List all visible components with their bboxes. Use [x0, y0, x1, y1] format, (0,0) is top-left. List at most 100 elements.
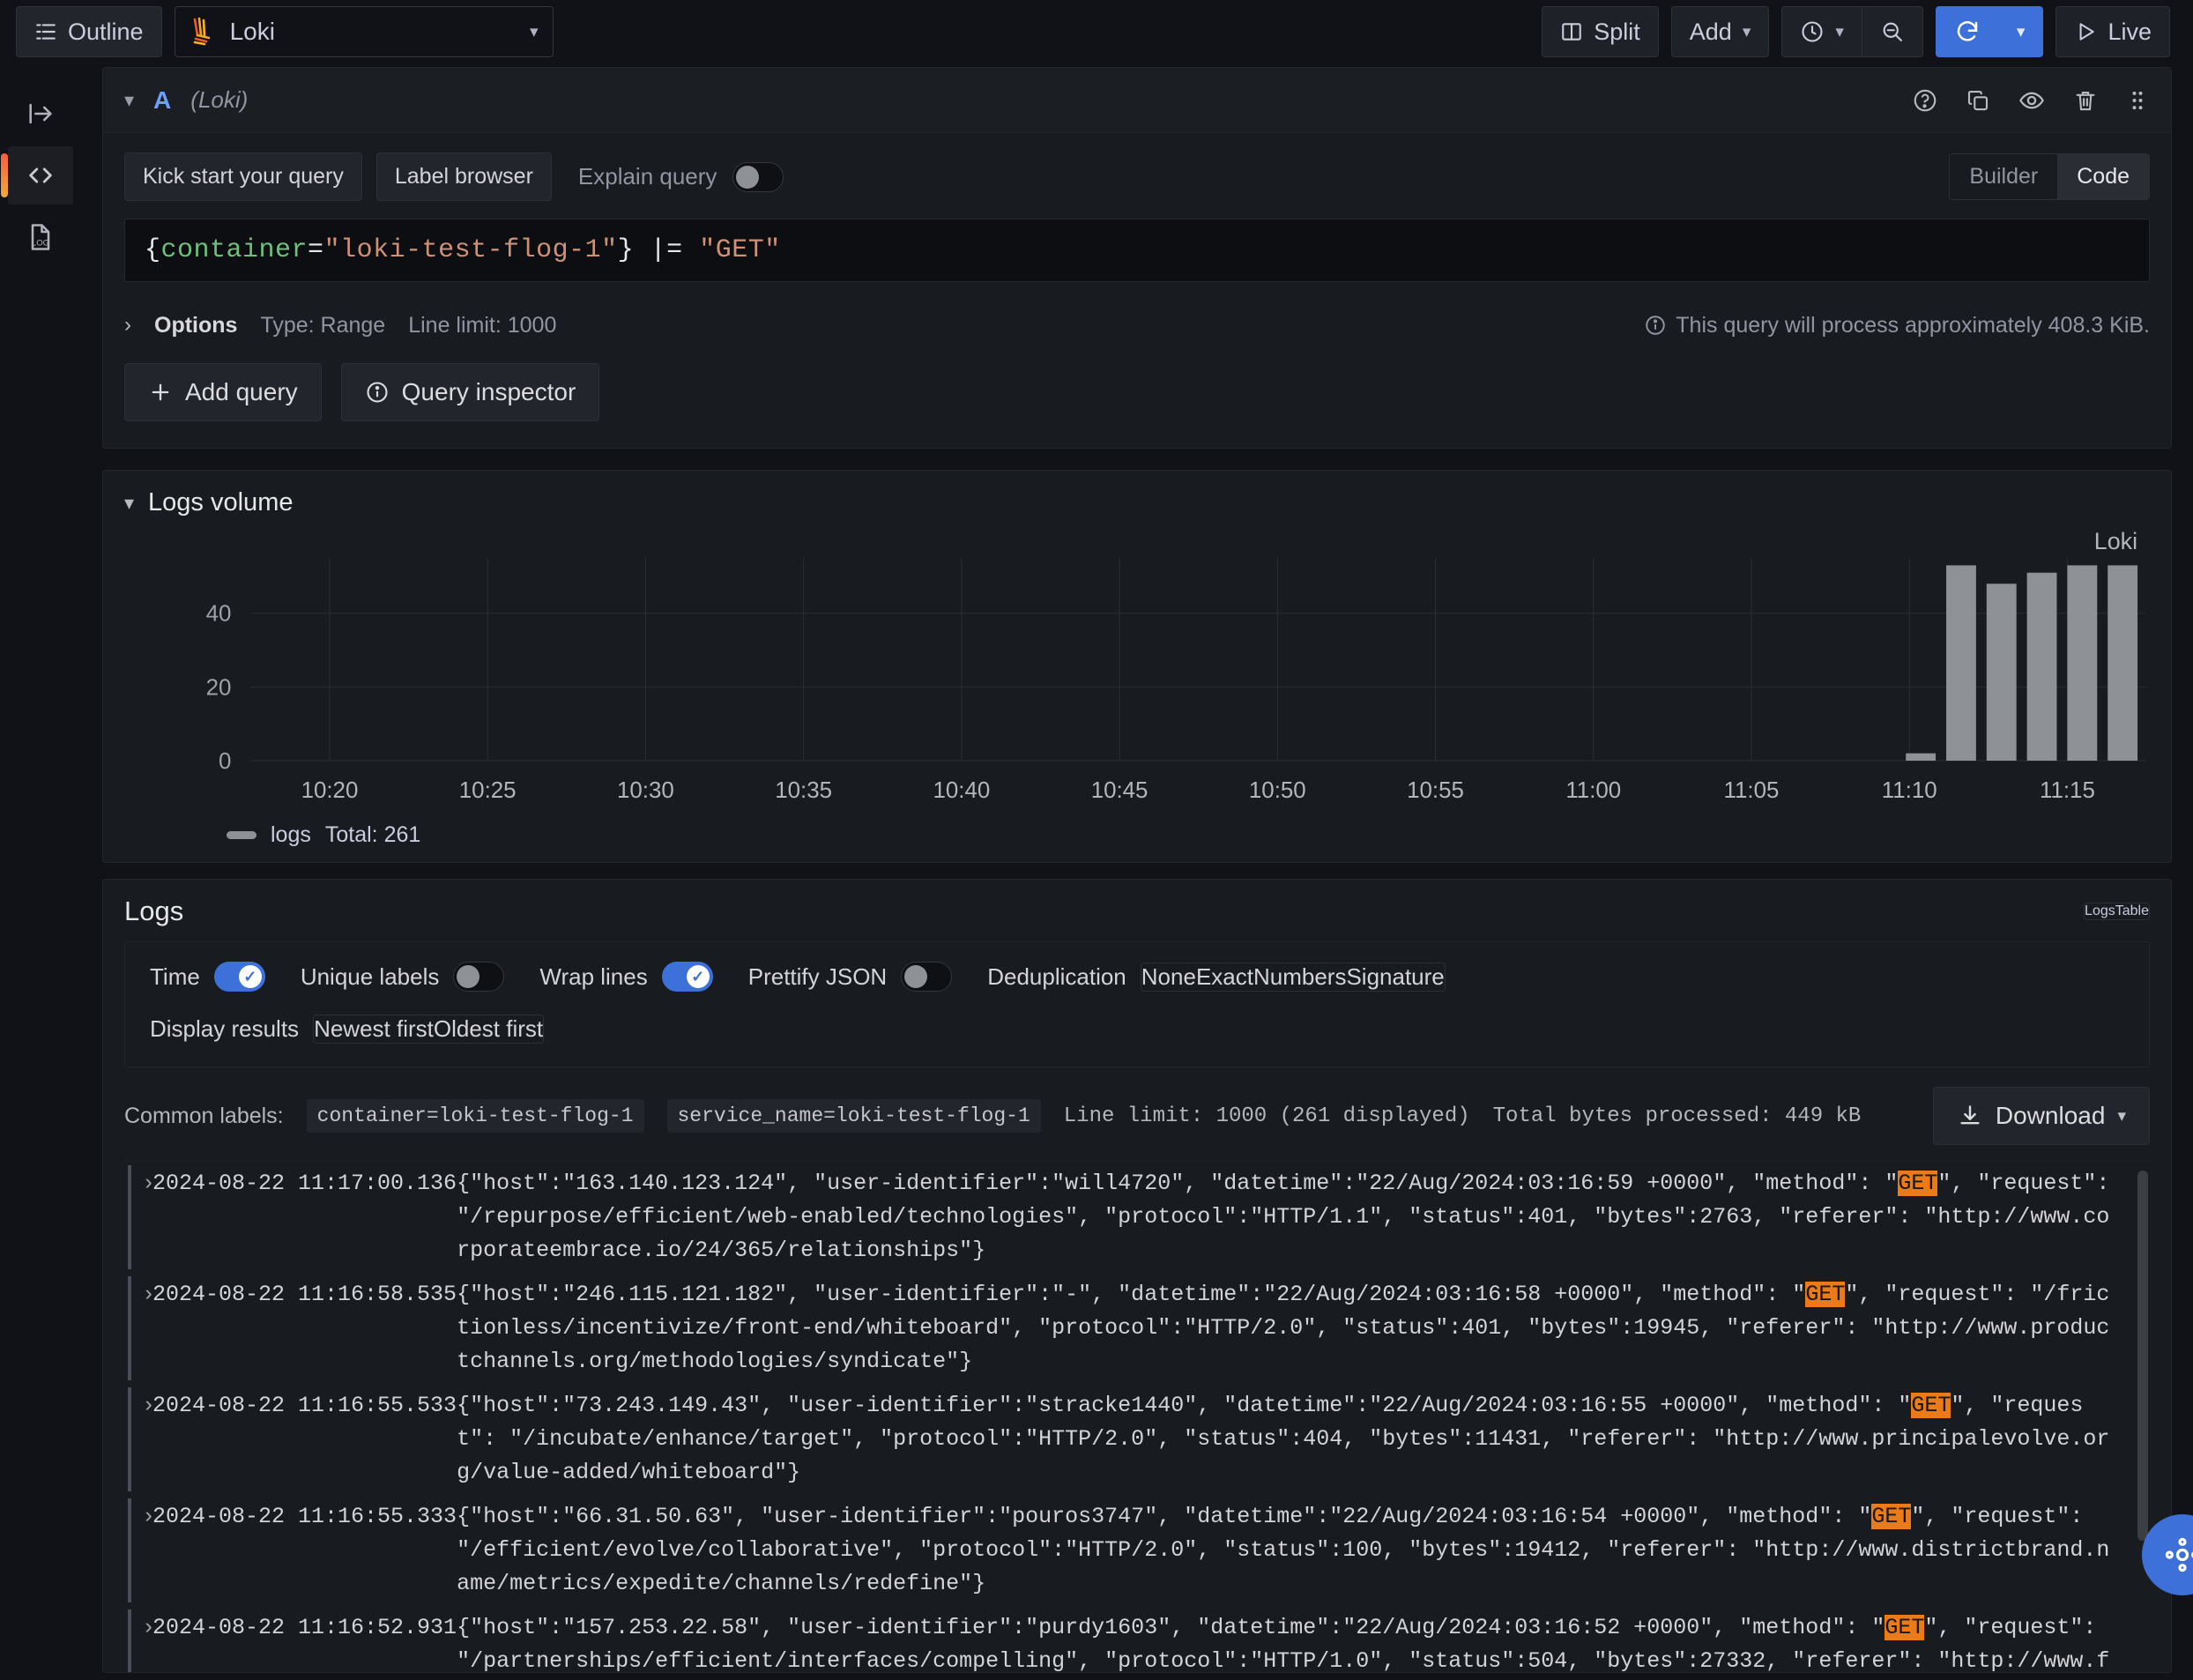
collapse-logs-volume-icon[interactable]: ▾ [124, 492, 134, 515]
chart-bar[interactable] [2108, 565, 2137, 761]
zoom-out-button[interactable] [1862, 6, 1923, 57]
split-button[interactable]: Split [1542, 6, 1659, 57]
code-pane-button[interactable] [8, 146, 73, 204]
prettify-json-control: Prettify JSON [748, 962, 952, 992]
drag-handle-icon[interactable] [2125, 88, 2150, 113]
log-pane-button[interactable]: LOG [8, 208, 73, 266]
wrap-lines-toggle[interactable]: ✓ [662, 962, 713, 992]
live-button-label: Live [2108, 19, 2152, 46]
newest-first-option[interactable]: Newest first [314, 1015, 434, 1043]
logs-panel: Logs Logs Table Time ✓ Unique labels Wra… [102, 879, 2172, 1673]
chart-bar[interactable] [1946, 565, 1976, 761]
log-list-scrollbar[interactable] [2137, 1171, 2148, 1541]
dedup-numbers-option[interactable]: Numbers [1253, 963, 1346, 991]
time-range-picker[interactable]: ▾ [1781, 6, 1862, 57]
logs-volume-svg: 02040 10:2010:2510:3010:3510:4010:4510:5… [119, 523, 2155, 814]
query-row-header: ▾ A (Loki) [103, 68, 2171, 133]
log-row-message: {"host":"157.253.22.58", "user-identifie… [457, 1611, 2152, 1672]
query-row-actions [1912, 86, 2150, 115]
display-results-label: Display results [150, 1015, 299, 1043]
kick-start-query-button[interactable]: Kick start your query [124, 152, 362, 201]
log-row-timestamp: 2024-08-22 11:16:55.333 [152, 1500, 457, 1601]
deduplication-control: Deduplication None Exact Numbers Signatu… [987, 963, 1446, 992]
dedup-none-option[interactable]: None [1141, 963, 1196, 991]
svg-text:10:55: 10:55 [1407, 778, 1464, 803]
download-label: Download [1996, 1102, 2106, 1130]
logs-view-option[interactable]: Logs [2085, 903, 2115, 919]
time-toggle[interactable]: ✓ [214, 962, 265, 992]
help-circle-icon[interactable] [1912, 87, 1938, 114]
legend-label[interactable]: logs [271, 822, 311, 848]
logs-title: Logs [124, 896, 183, 927]
refresh-button[interactable] [1936, 6, 1999, 57]
log-row-expand-icon[interactable]: › [123, 1389, 152, 1490]
query-size-estimate: This query will process approximately 40… [1644, 313, 2150, 338]
query-expression-input[interactable]: {container="loki-test-flog-1"} |= "GET" [124, 219, 2150, 282]
expand-pane-button[interactable] [8, 85, 73, 143]
query-inspector-button[interactable]: Query inspector [341, 363, 600, 421]
log-row[interactable]: ›2024-08-22 11:16:58.535{"host":"246.115… [123, 1273, 2152, 1384]
info-circle-icon [1644, 314, 1667, 337]
log-row[interactable]: ›2024-08-22 11:16:55.333{"host":"66.31.5… [123, 1495, 2152, 1606]
plus-icon [148, 380, 173, 405]
outline-button[interactable]: Outline [16, 6, 162, 57]
query-actions-row: Add query Query inspector [103, 363, 2171, 448]
common-label-chip[interactable]: container=loki-test-flog-1 [307, 1099, 644, 1133]
log-row[interactable]: ›2024-08-22 11:16:52.931{"host":"157.253… [123, 1606, 2152, 1672]
log-row-message: {"host":"73.243.149.43", "user-identifie… [457, 1389, 2152, 1490]
dedup-signature-option[interactable]: Signature [1346, 963, 1444, 991]
log-row[interactable]: ›2024-08-22 11:16:55.533{"host":"73.243.… [123, 1384, 2152, 1495]
add-query-button[interactable]: Add query [124, 363, 322, 421]
log-match-highlight: GET [1871, 1504, 1911, 1529]
common-label-chip[interactable]: service_name=loki-test-flog-1 [667, 1099, 1041, 1133]
log-match-highlight: GET [1805, 1282, 1845, 1307]
unique-labels-toggle[interactable] [453, 962, 504, 992]
chevron-down-icon: ▾ [2017, 22, 2026, 42]
dedup-exact-option[interactable]: Exact [1196, 963, 1253, 991]
deduplication-label: Deduplication [987, 963, 1126, 991]
query-options-row: › Options Type: Range Line limit: 1000 T… [103, 287, 2171, 363]
chart-bar[interactable] [2027, 573, 2057, 761]
svg-text:11:15: 11:15 [2040, 778, 2095, 803]
split-button-label: Split [1594, 19, 1640, 46]
add-button[interactable]: Add ▾ [1671, 6, 1770, 57]
chevron-down-icon: ▾ [530, 22, 539, 42]
time-control: Time ✓ [150, 962, 265, 992]
prettify-json-toggle[interactable] [901, 962, 952, 992]
eye-icon[interactable] [2018, 86, 2046, 115]
trash-icon[interactable] [2072, 87, 2099, 114]
copy-icon[interactable] [1965, 87, 1991, 114]
explain-query-label: Explain query [578, 163, 717, 190]
log-row-expand-icon[interactable]: › [123, 1167, 152, 1267]
query-type-label: Type: Range [260, 313, 385, 338]
download-icon [1957, 1103, 1983, 1129]
chart-bar[interactable] [1987, 584, 2017, 761]
explain-query-toggle[interactable] [732, 162, 784, 192]
log-row[interactable]: ›2024-08-22 11:17:00.136{"host":"163.140… [123, 1162, 2152, 1273]
log-row-expand-icon[interactable]: › [123, 1278, 152, 1379]
log-row-expand-icon[interactable]: › [123, 1500, 152, 1601]
logs-volume-chart[interactable]: 02040 10:2010:2510:3010:3510:4010:4510:5… [119, 523, 2155, 814]
code-mode-option[interactable]: Code [2057, 154, 2149, 199]
datasource-picker[interactable]: Loki ▾ [175, 6, 554, 57]
chart-series-label: Loki [2094, 528, 2137, 554]
chart-bar[interactable] [1906, 754, 1936, 761]
options-label[interactable]: Options [154, 313, 237, 338]
table-view-option[interactable]: Table [2115, 903, 2149, 919]
chart-bar[interactable] [2067, 565, 2097, 761]
svg-text:10:50: 10:50 [1249, 778, 1306, 803]
refresh-interval-dropdown[interactable]: ▾ [1999, 6, 2044, 57]
label-browser-button[interactable]: Label browser [376, 152, 552, 201]
builder-mode-option[interactable]: Builder [1950, 154, 2057, 199]
equals-token: = [308, 235, 324, 265]
svg-text:11:00: 11:00 [1565, 778, 1621, 803]
expand-options-icon[interactable]: › [124, 313, 131, 338]
log-rows-list[interactable]: ›2024-08-22 11:17:00.136{"host":"163.140… [123, 1161, 2152, 1672]
log-row-expand-icon[interactable]: › [123, 1611, 152, 1672]
live-button[interactable]: Live [2055, 6, 2170, 57]
deduplication-options: None Exact Numbers Signature [1141, 963, 1446, 992]
collapse-query-icon[interactable]: ▾ [124, 89, 134, 112]
brace-close: } [618, 235, 635, 265]
oldest-first-option[interactable]: Oldest first [434, 1015, 543, 1043]
download-button[interactable]: Download ▾ [1933, 1087, 2150, 1145]
